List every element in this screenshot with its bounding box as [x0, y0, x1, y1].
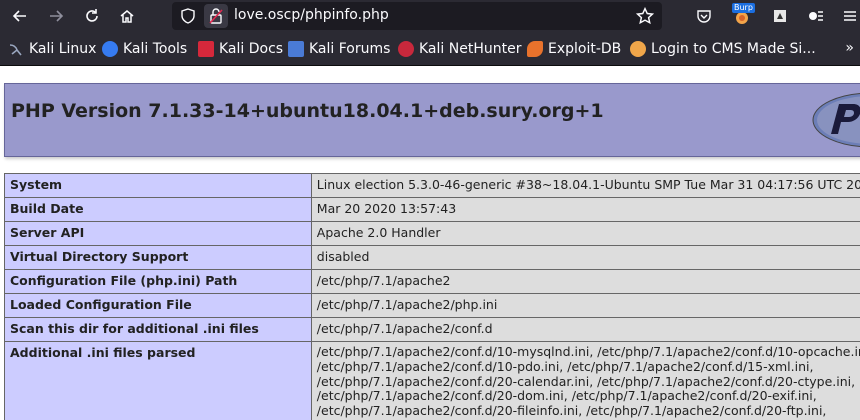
row-value-additional-ini: /etc/php/7.1/apache2/conf.d/10-mysqlnd.i…: [310, 341, 860, 420]
table-row: Build Date Mar 20 2020 13:57:43: [4, 197, 860, 222]
row-value-system: Linux election 5.3.0-46-generic #38~18.0…: [310, 173, 860, 198]
row-key-loaded-config: Loaded Configuration File: [4, 293, 312, 318]
arrow-right-icon: [50, 10, 64, 22]
table-row: Configuration File (php.ini) Path /etc/p…: [4, 269, 860, 294]
table-row: System Linux election 5.3.0-46-generic #…: [4, 173, 860, 198]
bookmark-kali-tools[interactable]: Kali Tools: [102, 40, 187, 58]
kali-tools-icon: [102, 41, 118, 57]
php-version-header: PHP Version 7.1.33-14+ubuntu18.04.1+deb.…: [4, 83, 860, 157]
row-value-scan-dir: /etc/php/7.1/apache2/conf.d: [310, 317, 860, 342]
home-button[interactable]: [115, 4, 139, 28]
bookmark-kali-docs[interactable]: Kali Docs: [198, 40, 283, 58]
row-key-config-path: Configuration File (php.ini) Path: [4, 269, 312, 294]
user-agent-switcher-icon[interactable]: [804, 4, 828, 28]
forward-button[interactable]: [44, 4, 68, 28]
pocket-icon[interactable]: [692, 4, 716, 28]
table-row: Virtual Directory Support disabled: [4, 245, 860, 270]
row-key-scan-dir: Scan this dir for additional .ini files: [4, 317, 312, 342]
bookmarks-bar: Kali Linux Kali Tools Kali Docs Kali For…: [0, 32, 860, 66]
bookmark-kali-forums[interactable]: Kali Forums: [288, 40, 390, 58]
nethunter-icon: [398, 41, 414, 57]
row-value-config-path: /etc/php/7.1/apache2: [310, 269, 860, 294]
bookmark-kali-linux[interactable]: Kali Linux: [8, 40, 96, 58]
bookmarks-overflow-button[interactable]: »: [845, 40, 854, 56]
php-logo-icon: [812, 92, 860, 148]
kali-docs-icon: [198, 41, 214, 57]
kali-dragon-icon: [8, 41, 24, 57]
url-text[interactable]: love.oscp/phpinfo.php: [234, 7, 389, 23]
home-icon: [120, 10, 134, 23]
extension-icon[interactable]: [768, 4, 792, 28]
page-content: PHP Version 7.1.33-14+ubuntu18.04.1+deb.…: [0, 67, 860, 420]
table-row: Loaded Configuration File /etc/php/7.1/a…: [4, 293, 860, 318]
reload-icon: [86, 9, 98, 22]
row-key-build-date: Build Date: [4, 197, 312, 222]
row-key-virtual-directory: Virtual Directory Support: [4, 245, 312, 270]
bookmark-exploit-db[interactable]: Exploit-DB: [527, 40, 621, 58]
row-value-build-date: Mar 20 2020 13:57:43: [310, 197, 860, 222]
row-key-additional-ini: Additional .ini files parsed: [4, 341, 312, 420]
row-key-server-api: Server API: [4, 221, 312, 246]
phpinfo-table: System Linux election 5.3.0-46-generic #…: [4, 173, 860, 420]
menu-icon[interactable]: [838, 4, 860, 28]
exploit-db-icon: [527, 41, 543, 57]
reload-button[interactable]: [80, 4, 104, 28]
row-key-system: System: [4, 173, 312, 198]
cms-icon: [630, 41, 646, 57]
row-value-loaded-config: /etc/php/7.1/apache2/php.ini: [310, 293, 860, 318]
row-value-server-api: Apache 2.0 Handler: [310, 221, 860, 246]
insecure-lock-icon[interactable]: [204, 4, 228, 28]
kali-forums-icon: [288, 41, 304, 57]
additional-ini-list: /etc/php/7.1/apache2/conf.d/10-mysqlnd.i…: [316, 344, 860, 420]
table-row: Scan this dir for additional .ini files …: [4, 317, 860, 342]
page-title: PHP Version 7.1.33-14+ubuntu18.04.1+deb.…: [11, 100, 604, 122]
bookmark-cms-made-simple[interactable]: Login to CMS Made Si...: [630, 40, 816, 58]
bookmark-kali-nethunter[interactable]: Kali NetHunter: [398, 40, 521, 58]
table-row: Additional .ini files parsed /etc/php/7.…: [4, 341, 860, 420]
shield-icon[interactable]: [180, 8, 196, 24]
table-row: Server API Apache 2.0 Handler: [4, 221, 860, 246]
row-value-virtual-directory: disabled: [310, 245, 860, 270]
star-bookmark-icon[interactable]: [636, 7, 654, 25]
browser-toolbar: love.oscp/phpinfo.php Burp: [0, 0, 860, 32]
address-bar[interactable]: love.oscp/phpinfo.php: [172, 2, 662, 30]
arrow-left-icon: [12, 10, 26, 22]
back-button[interactable]: [8, 4, 32, 28]
burp-badge: Burp: [732, 3, 755, 13]
